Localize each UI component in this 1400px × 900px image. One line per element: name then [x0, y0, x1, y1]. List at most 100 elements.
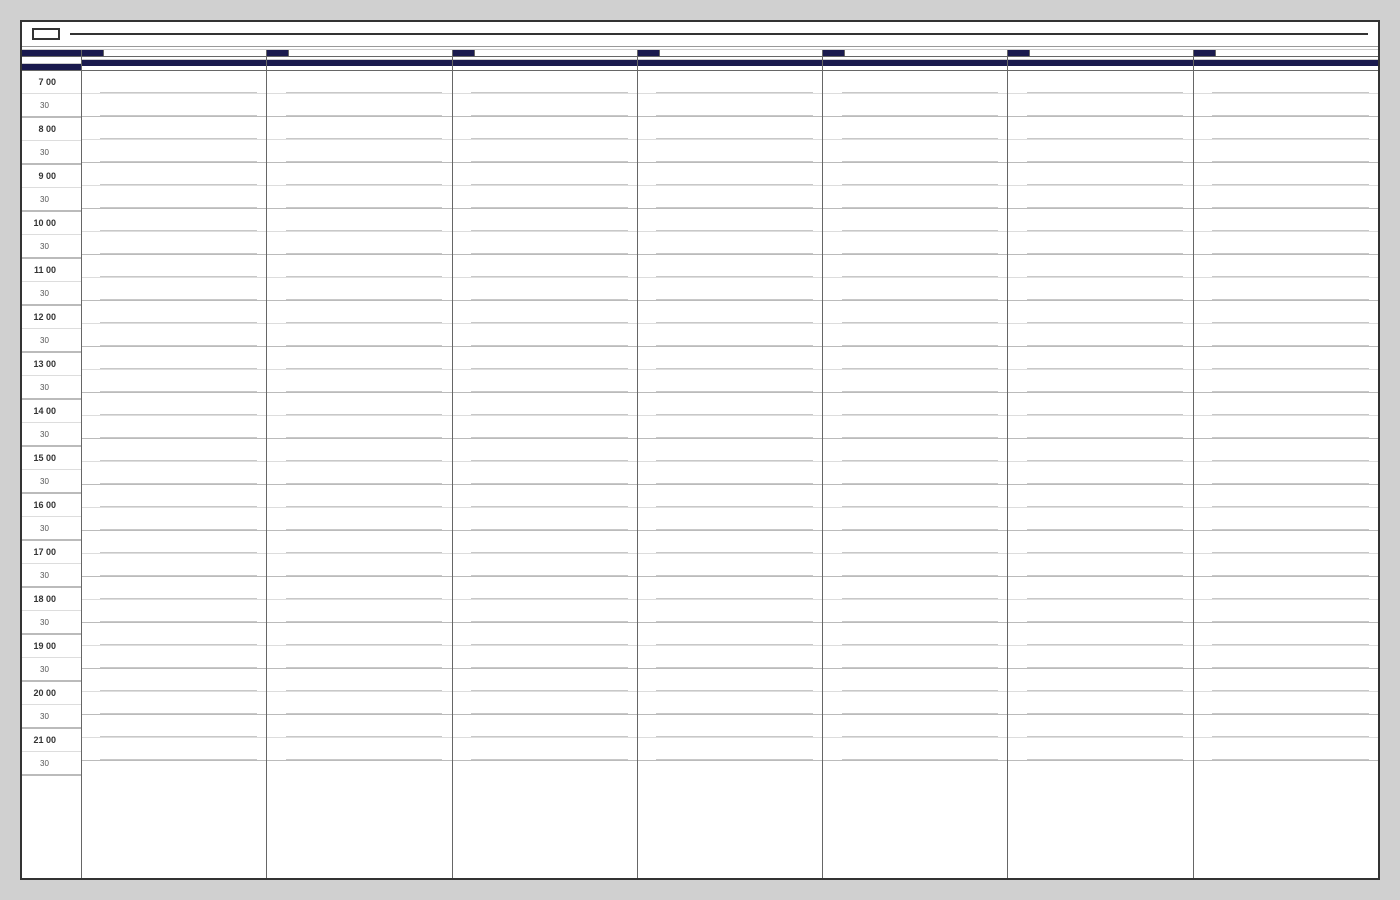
- day-cell-hour[interactable]: [267, 71, 451, 94]
- day-cell-half[interactable]: [1194, 140, 1378, 163]
- day-cell-half[interactable]: [82, 692, 266, 715]
- day-cell-hour[interactable]: [823, 715, 1007, 738]
- day-cell-hour[interactable]: [1194, 531, 1378, 554]
- day-cell-hour[interactable]: [1194, 623, 1378, 646]
- day-cell-hour[interactable]: [453, 485, 637, 508]
- day-cell-hour[interactable]: [638, 439, 822, 462]
- day-cell-half[interactable]: [453, 646, 637, 669]
- day-cell-half[interactable]: [267, 94, 451, 117]
- day-cell-half[interactable]: [82, 94, 266, 117]
- day-cell-hour[interactable]: [453, 209, 637, 232]
- day-cell-half[interactable]: [453, 186, 637, 209]
- day-cell-half[interactable]: [82, 140, 266, 163]
- day-cell-half[interactable]: [1194, 232, 1378, 255]
- day-cell-hour[interactable]: [823, 577, 1007, 600]
- day-cell-hour[interactable]: [453, 715, 637, 738]
- day-cell-hour[interactable]: [1194, 301, 1378, 324]
- day-cell-hour[interactable]: [1194, 669, 1378, 692]
- day-cell-hour[interactable]: [1008, 577, 1192, 600]
- day-cell-half[interactable]: [82, 508, 266, 531]
- day-cell-half[interactable]: [267, 692, 451, 715]
- day-cell-half[interactable]: [1194, 416, 1378, 439]
- day-cell-hour[interactable]: [1008, 531, 1192, 554]
- day-cell-half[interactable]: [1008, 738, 1192, 761]
- day-cell-hour[interactable]: [82, 163, 266, 186]
- day-cell-hour[interactable]: [267, 301, 451, 324]
- day-cell-half[interactable]: [823, 186, 1007, 209]
- day-cell-hour[interactable]: [1194, 117, 1378, 140]
- day-cell-half[interactable]: [1194, 600, 1378, 623]
- day-cell-hour[interactable]: [1194, 439, 1378, 462]
- day-cell-half[interactable]: [82, 370, 266, 393]
- day-cell-hour[interactable]: [1194, 485, 1378, 508]
- day-cell-hour[interactable]: [82, 393, 266, 416]
- day-cell-half[interactable]: [1008, 416, 1192, 439]
- day-cell-half[interactable]: [1194, 462, 1378, 485]
- day-cell-hour[interactable]: [1008, 347, 1192, 370]
- day-cell-hour[interactable]: [823, 439, 1007, 462]
- day-cell-hour[interactable]: [823, 623, 1007, 646]
- day-cell-half[interactable]: [638, 600, 822, 623]
- day-cell-half[interactable]: [453, 600, 637, 623]
- day-cell-half[interactable]: [267, 140, 451, 163]
- day-cell-hour[interactable]: [82, 209, 266, 232]
- day-cell-hour[interactable]: [82, 255, 266, 278]
- day-cell-hour[interactable]: [267, 163, 451, 186]
- day-cell-hour[interactable]: [1008, 393, 1192, 416]
- day-cell-half[interactable]: [267, 324, 451, 347]
- day-cell-hour[interactable]: [638, 715, 822, 738]
- day-cell-hour[interactable]: [453, 531, 637, 554]
- day-cell-half[interactable]: [638, 278, 822, 301]
- day-cell-half[interactable]: [638, 140, 822, 163]
- day-cell-half[interactable]: [1008, 324, 1192, 347]
- day-cell-half[interactable]: [823, 94, 1007, 117]
- day-cell-hour[interactable]: [267, 117, 451, 140]
- day-cell-hour[interactable]: [453, 163, 637, 186]
- day-cell-hour[interactable]: [1008, 163, 1192, 186]
- day-cell-hour[interactable]: [1194, 347, 1378, 370]
- day-cell-half[interactable]: [1194, 324, 1378, 347]
- day-cell-hour[interactable]: [453, 393, 637, 416]
- day-cell-hour[interactable]: [82, 347, 266, 370]
- day-cell-hour[interactable]: [453, 71, 637, 94]
- day-cell-half[interactable]: [823, 600, 1007, 623]
- day-cell-hour[interactable]: [453, 439, 637, 462]
- day-cell-hour[interactable]: [823, 485, 1007, 508]
- day-cell-half[interactable]: [267, 554, 451, 577]
- day-cell-hour[interactable]: [1008, 669, 1192, 692]
- day-cell-half[interactable]: [1008, 232, 1192, 255]
- day-cell-hour[interactable]: [1008, 209, 1192, 232]
- day-cell-hour[interactable]: [267, 255, 451, 278]
- day-cell-half[interactable]: [267, 646, 451, 669]
- day-cell-half[interactable]: [638, 692, 822, 715]
- day-cell-hour[interactable]: [638, 485, 822, 508]
- day-cell-hour[interactable]: [267, 209, 451, 232]
- day-cell-half[interactable]: [823, 692, 1007, 715]
- day-cell-half[interactable]: [1008, 692, 1192, 715]
- day-cell-hour[interactable]: [267, 623, 451, 646]
- day-cell-hour[interactable]: [453, 347, 637, 370]
- day-cell-half[interactable]: [823, 324, 1007, 347]
- day-cell-half[interactable]: [638, 370, 822, 393]
- day-cell-hour[interactable]: [267, 669, 451, 692]
- day-cell-hour[interactable]: [638, 531, 822, 554]
- day-cell-hour[interactable]: [823, 163, 1007, 186]
- day-cell-hour[interactable]: [638, 163, 822, 186]
- day-cell-half[interactable]: [823, 278, 1007, 301]
- day-cell-hour[interactable]: [82, 71, 266, 94]
- day-cell-hour[interactable]: [453, 577, 637, 600]
- day-cell-hour[interactable]: [638, 209, 822, 232]
- day-cell-half[interactable]: [453, 94, 637, 117]
- day-cell-half[interactable]: [638, 186, 822, 209]
- day-cell-hour[interactable]: [1194, 715, 1378, 738]
- day-cell-hour[interactable]: [267, 485, 451, 508]
- day-cell-hour[interactable]: [82, 669, 266, 692]
- day-cell-hour[interactable]: [82, 531, 266, 554]
- day-cell-hour[interactable]: [82, 117, 266, 140]
- day-cell-hour[interactable]: [1008, 485, 1192, 508]
- day-cell-half[interactable]: [1008, 370, 1192, 393]
- day-cell-half[interactable]: [453, 370, 637, 393]
- day-cell-hour[interactable]: [453, 255, 637, 278]
- day-cell-hour[interactable]: [453, 117, 637, 140]
- day-cell-hour[interactable]: [267, 347, 451, 370]
